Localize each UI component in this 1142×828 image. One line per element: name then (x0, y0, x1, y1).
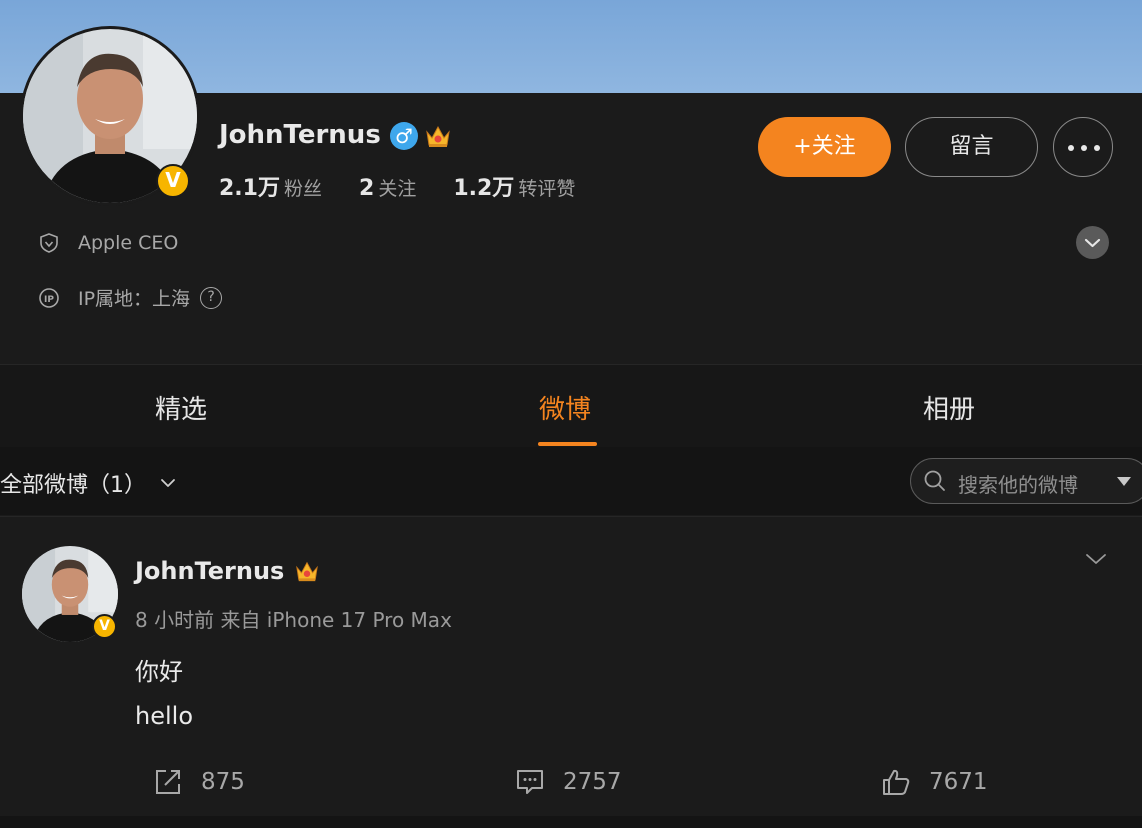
bio-row: Apple CEO (38, 232, 178, 254)
ip-icon: IP (39, 287, 59, 308)
caret-down-icon[interactable] (1115, 475, 1133, 489)
repost-button[interactable]: 875 (153, 767, 245, 797)
gender-male-icon: ♂ (390, 122, 418, 150)
tab-weibo[interactable]: 微博 (539, 389, 591, 426)
post-meta: 8 小时前 来自 iPhone 17 Pro Max (135, 608, 452, 632)
engagement-label: 转评赞 (518, 178, 576, 200)
post-card: V JohnTernus 8 小时前 来自 iPhone 17 Pro Max … (0, 516, 1142, 817)
profile-tabs: 精选 微博 相册 (0, 364, 1142, 448)
followers-count[interactable]: 2.1万 (219, 176, 280, 201)
like-button[interactable]: 7671 (881, 767, 988, 797)
profile-name: JohnTernus (219, 120, 381, 150)
bio-text: Apple CEO (78, 232, 179, 254)
verified-badge: V (92, 614, 117, 639)
comment-count: 2757 (563, 769, 622, 795)
following-label[interactable]: 关注 (378, 178, 416, 200)
profile-stats: 2.1万 粉丝 2 关注 1.2万 转评赞 (219, 170, 605, 202)
help-icon[interactable]: ? (200, 286, 223, 309)
engagement-count: 1.2万 (453, 176, 515, 201)
crown-icon[interactable] (294, 559, 320, 583)
ip-row: IP IP属地：上海 ? (38, 284, 223, 311)
expand-info-button[interactable] (1076, 226, 1109, 259)
message-button[interactable]: 留言 (905, 117, 1038, 177)
following-count[interactable]: 2 (359, 176, 374, 201)
post-line: 你好 (135, 658, 183, 686)
more-icon[interactable] (1053, 117, 1113, 177)
tab-album[interactable]: 相册 (923, 389, 975, 426)
post-line: hello (135, 702, 193, 730)
repost-count: 875 (201, 769, 245, 795)
active-tab-indicator (538, 442, 597, 446)
verified-badge: V (156, 164, 190, 198)
filter-dropdown[interactable]: 全部微博（1） (0, 467, 178, 499)
like-icon (883, 769, 910, 795)
share-icon (156, 770, 180, 794)
post-menu-chevron-icon[interactable] (1084, 551, 1108, 567)
chevron-down-icon (1084, 238, 1101, 248)
follow-button[interactable]: +关注 (758, 117, 891, 177)
crown-icon[interactable] (424, 123, 452, 149)
post-author-name[interactable]: JohnTernus (135, 557, 284, 585)
chevron-down-icon (161, 479, 175, 487)
tab-featured[interactable]: 精选 (155, 389, 207, 426)
filter-label: 全部微博（1） (0, 473, 146, 498)
search-input[interactable]: 搜索他的微博 (910, 458, 1142, 504)
like-count: 7671 (929, 769, 988, 795)
search-icon (924, 470, 945, 491)
feed-separator (0, 816, 1142, 828)
followers-label[interactable]: 粉丝 (284, 178, 322, 200)
ip-location: IP属地：上海 (78, 288, 191, 310)
shield-icon (40, 233, 58, 253)
svg-text:IP: IP (44, 295, 54, 305)
comment-button[interactable]: 2757 (515, 767, 622, 797)
comment-icon (517, 770, 543, 794)
post-content: 你好 hello (135, 650, 193, 738)
search-placeholder: 搜索他的微博 (958, 473, 1078, 497)
